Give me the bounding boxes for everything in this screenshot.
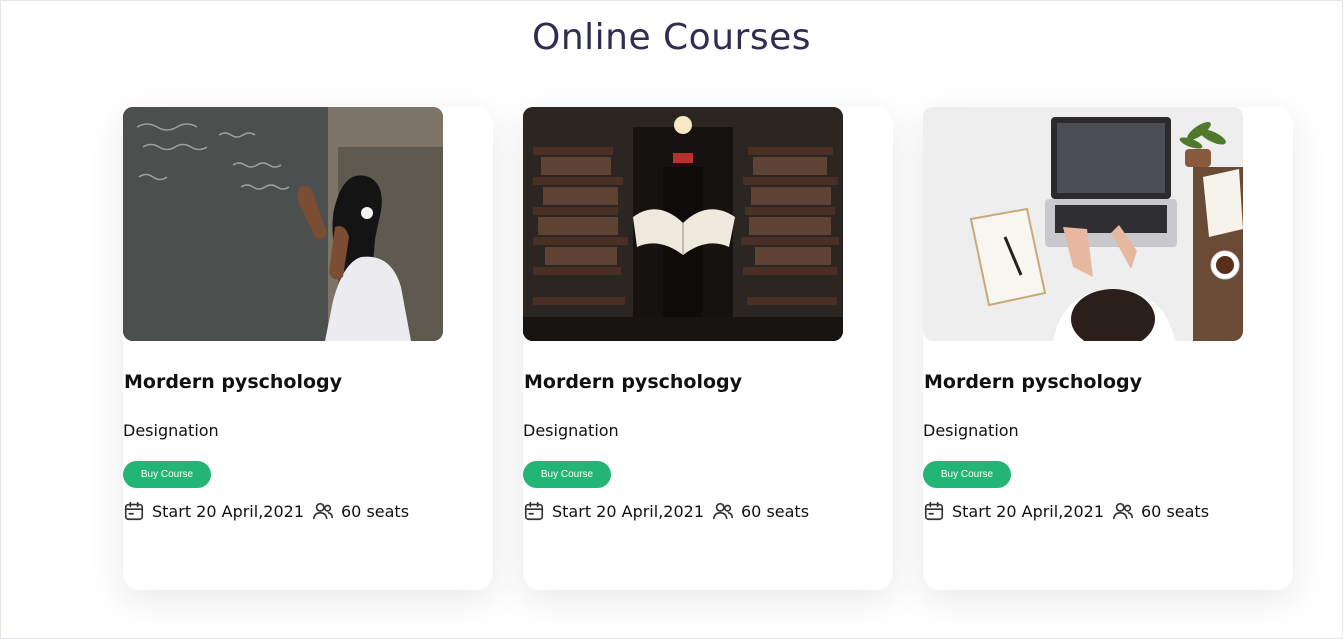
course-start-date: Start 20 April,2021 bbox=[952, 501, 1104, 521]
users-icon bbox=[1112, 500, 1134, 522]
buy-course-button[interactable]: Buy Course bbox=[123, 461, 211, 488]
buy-course-button[interactable]: Buy Course bbox=[523, 461, 611, 488]
course-card[interactable]: Mordern pyschology Designation Buy Cours… bbox=[923, 107, 1293, 590]
course-meta: Start 20 April,2021 60 seats bbox=[123, 500, 409, 522]
course-card[interactable]: Mordern pyschology Designation Buy Cours… bbox=[123, 107, 493, 590]
course-meta: Start 20 April,2021 60 seats bbox=[523, 500, 809, 522]
page-title: Online Courses bbox=[531, 17, 811, 58]
course-start-date: Start 20 April,2021 bbox=[152, 501, 304, 521]
course-designation: Designation bbox=[923, 421, 1019, 440]
course-title: Mordern pyschology bbox=[924, 371, 1143, 393]
course-image bbox=[923, 107, 1243, 341]
users-icon bbox=[312, 500, 334, 522]
course-image bbox=[123, 107, 443, 341]
course-card[interactable]: Mordern pyschology Designation Buy Cours… bbox=[523, 107, 893, 590]
course-meta: Start 20 April,2021 60 seats bbox=[923, 500, 1209, 522]
users-icon bbox=[712, 500, 734, 522]
course-image bbox=[523, 107, 843, 341]
course-designation: Designation bbox=[123, 421, 219, 440]
course-designation: Designation bbox=[523, 421, 619, 440]
course-title: Mordern pyschology bbox=[524, 371, 743, 393]
course-seats: 60 seats bbox=[1141, 501, 1210, 521]
course-start-date: Start 20 April,2021 bbox=[552, 501, 704, 521]
courses-page: Online Courses Mordern pyschology Design… bbox=[0, 0, 1343, 639]
calendar-icon bbox=[923, 500, 945, 522]
course-title: Mordern pyschology bbox=[124, 371, 343, 393]
course-seats: 60 seats bbox=[741, 501, 810, 521]
calendar-icon bbox=[523, 500, 545, 522]
buy-course-button[interactable]: Buy Course bbox=[923, 461, 1011, 488]
course-seats: 60 seats bbox=[341, 501, 410, 521]
calendar-icon bbox=[123, 500, 145, 522]
